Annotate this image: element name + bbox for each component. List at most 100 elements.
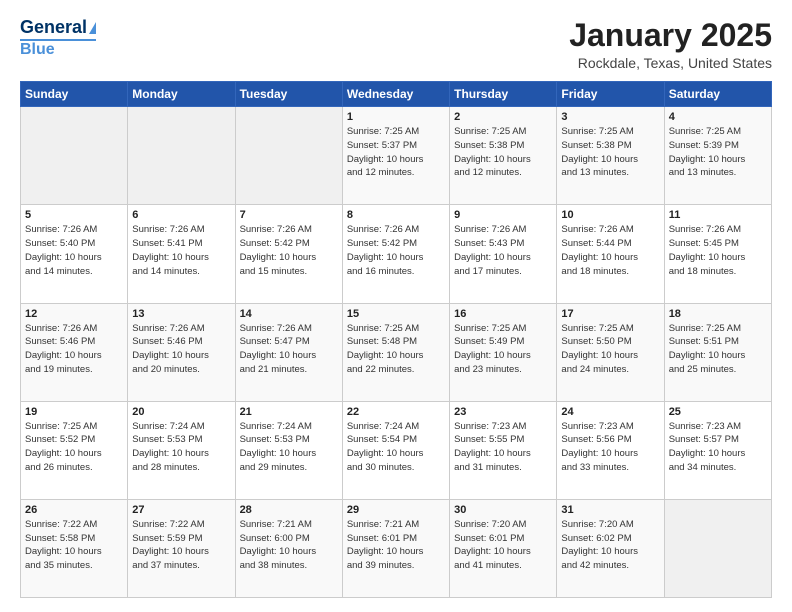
day-number: 21: [240, 406, 338, 418]
day-number: 17: [561, 308, 659, 320]
calendar-header-row: Sunday Monday Tuesday Wednesday Thursday…: [21, 82, 772, 107]
day-info: Sunrise: 7:25 AM Sunset: 5:38 PM Dayligh…: [454, 125, 552, 180]
day-number: 30: [454, 504, 552, 516]
day-info: Sunrise: 7:25 AM Sunset: 5:38 PM Dayligh…: [561, 125, 659, 180]
col-tuesday: Tuesday: [235, 82, 342, 107]
day-info: Sunrise: 7:23 AM Sunset: 5:56 PM Dayligh…: [561, 420, 659, 475]
cell-w2-d1: 6 Sunrise: 7:26 AM Sunset: 5:41 PM Daylig…: [128, 205, 235, 303]
day-number: 23: [454, 406, 552, 418]
cell-w1-d2: [235, 107, 342, 205]
cell-w1-d0: [21, 107, 128, 205]
cell-w1-d3: 1 Sunrise: 7:25 AM Sunset: 5:37 PM Daylig…: [342, 107, 449, 205]
day-info: Sunrise: 7:26 AM Sunset: 5:47 PM Dayligh…: [240, 322, 338, 377]
cell-w2-d4: 9 Sunrise: 7:26 AM Sunset: 5:43 PM Daylig…: [450, 205, 557, 303]
cell-w5-d4: 30 Sunrise: 7:20 AM Sunset: 6:01 PM Dayli…: [450, 499, 557, 597]
day-info: Sunrise: 7:26 AM Sunset: 5:42 PM Dayligh…: [347, 223, 445, 278]
cell-w4-d0: 19Sunrise: 7:25 AM Sunset: 5:52 PM Dayli…: [21, 401, 128, 499]
day-number: 12: [25, 308, 123, 320]
day-number: 24: [561, 406, 659, 418]
logo-text-blue: Blue: [20, 41, 55, 59]
day-number: 9: [454, 209, 552, 221]
day-info: Sunrise: 7:26 AM Sunset: 5:41 PM Dayligh…: [132, 223, 230, 278]
day-number: 20: [132, 406, 230, 418]
col-wednesday: Wednesday: [342, 82, 449, 107]
day-number: 25: [669, 406, 767, 418]
col-thursday: Thursday: [450, 82, 557, 107]
cell-w3-d6: 18Sunrise: 7:25 AM Sunset: 5:51 PM Dayli…: [664, 303, 771, 401]
subtitle: Rockdale, Texas, United States: [569, 55, 772, 71]
cell-w4-d5: 24 Sunrise: 7:23 AM Sunset: 5:56 PM Dayli…: [557, 401, 664, 499]
day-info: Sunrise: 7:26 AM Sunset: 5:46 PM Dayligh…: [25, 322, 123, 377]
day-info: Sunrise: 7:25 AM Sunset: 5:50 PM Dayligh…: [561, 322, 659, 377]
logo-text-general: General: [20, 18, 87, 38]
day-info: Sunrise: 7:25 AM Sunset: 5:37 PM Dayligh…: [347, 125, 445, 180]
day-number: 11: [669, 209, 767, 221]
cell-w4-d6: 25 Sunrise: 7:23 AM Sunset: 5:57 PM Dayli…: [664, 401, 771, 499]
day-info: Sunrise: 7:20 AM Sunset: 6:02 PM Dayligh…: [561, 518, 659, 573]
logo-triangle-icon: [89, 22, 96, 34]
week-row-4: 19Sunrise: 7:25 AM Sunset: 5:52 PM Dayli…: [21, 401, 772, 499]
cell-w3-d1: 13 Sunrise: 7:26 AM Sunset: 5:46 PM Dayli…: [128, 303, 235, 401]
cell-w1-d1: [128, 107, 235, 205]
day-number: 28: [240, 504, 338, 516]
day-info: Sunrise: 7:26 AM Sunset: 5:44 PM Dayligh…: [561, 223, 659, 278]
day-number: 8: [347, 209, 445, 221]
day-number: 6: [132, 209, 230, 221]
day-number: 14: [240, 308, 338, 320]
day-number: 31: [561, 504, 659, 516]
col-saturday: Saturday: [664, 82, 771, 107]
cell-w5-d5: 31 Sunrise: 7:20 AM Sunset: 6:02 PM Dayli…: [557, 499, 664, 597]
day-info: Sunrise: 7:22 AM Sunset: 5:59 PM Dayligh…: [132, 518, 230, 573]
cell-w2-d5: 10 Sunrise: 7:26 AM Sunset: 5:44 PM Dayli…: [557, 205, 664, 303]
day-number: 18: [669, 308, 767, 320]
day-number: 10: [561, 209, 659, 221]
day-info: Sunrise: 7:26 AM Sunset: 5:45 PM Dayligh…: [669, 223, 767, 278]
header: General Blue January 2025 Rockdale, Texa…: [20, 18, 772, 71]
day-number: 13: [132, 308, 230, 320]
day-number: 7: [240, 209, 338, 221]
logo: General Blue: [20, 18, 96, 58]
day-info: Sunrise: 7:22 AM Sunset: 5:58 PM Dayligh…: [25, 518, 123, 573]
day-info: Sunrise: 7:23 AM Sunset: 5:57 PM Dayligh…: [669, 420, 767, 475]
day-info: Sunrise: 7:26 AM Sunset: 5:43 PM Dayligh…: [454, 223, 552, 278]
cell-w3-d4: 16Sunrise: 7:25 AM Sunset: 5:49 PM Dayli…: [450, 303, 557, 401]
day-info: Sunrise: 7:20 AM Sunset: 6:01 PM Dayligh…: [454, 518, 552, 573]
cell-w5-d6: [664, 499, 771, 597]
week-row-1: 1 Sunrise: 7:25 AM Sunset: 5:37 PM Daylig…: [21, 107, 772, 205]
day-info: Sunrise: 7:25 AM Sunset: 5:48 PM Dayligh…: [347, 322, 445, 377]
col-monday: Monday: [128, 82, 235, 107]
day-number: 29: [347, 504, 445, 516]
day-info: Sunrise: 7:26 AM Sunset: 5:42 PM Dayligh…: [240, 223, 338, 278]
week-row-5: 26Sunrise: 7:22 AM Sunset: 5:58 PM Dayli…: [21, 499, 772, 597]
cell-w2-d0: 5Sunrise: 7:26 AM Sunset: 5:40 PM Daylig…: [21, 205, 128, 303]
cell-w5-d2: 28Sunrise: 7:21 AM Sunset: 6:00 PM Dayli…: [235, 499, 342, 597]
day-number: 1: [347, 111, 445, 123]
cell-w3-d2: 14 Sunrise: 7:26 AM Sunset: 5:47 PM Dayli…: [235, 303, 342, 401]
cell-w4-d4: 23Sunrise: 7:23 AM Sunset: 5:55 PM Dayli…: [450, 401, 557, 499]
day-number: 2: [454, 111, 552, 123]
day-info: Sunrise: 7:24 AM Sunset: 5:53 PM Dayligh…: [132, 420, 230, 475]
cell-w4-d1: 20 Sunrise: 7:24 AM Sunset: 5:53 PM Dayli…: [128, 401, 235, 499]
day-number: 4: [669, 111, 767, 123]
day-number: 27: [132, 504, 230, 516]
page: General Blue January 2025 Rockdale, Texa…: [0, 0, 792, 612]
week-row-3: 12 Sunrise: 7:26 AM Sunset: 5:46 PM Dayli…: [21, 303, 772, 401]
calendar: Sunday Monday Tuesday Wednesday Thursday…: [20, 81, 772, 598]
cell-w2-d3: 8 Sunrise: 7:26 AM Sunset: 5:42 PM Daylig…: [342, 205, 449, 303]
cell-w2-d6: 11 Sunrise: 7:26 AM Sunset: 5:45 PM Dayli…: [664, 205, 771, 303]
day-number: 3: [561, 111, 659, 123]
col-sunday: Sunday: [21, 82, 128, 107]
day-number: 22: [347, 406, 445, 418]
day-info: Sunrise: 7:21 AM Sunset: 6:01 PM Dayligh…: [347, 518, 445, 573]
day-info: Sunrise: 7:24 AM Sunset: 5:54 PM Dayligh…: [347, 420, 445, 475]
main-title: January 2025: [569, 18, 772, 53]
cell-w4-d2: 21Sunrise: 7:24 AM Sunset: 5:53 PM Dayli…: [235, 401, 342, 499]
day-number: 19: [25, 406, 123, 418]
cell-w5-d0: 26Sunrise: 7:22 AM Sunset: 5:58 PM Dayli…: [21, 499, 128, 597]
day-number: 15: [347, 308, 445, 320]
cell-w1-d6: 4Sunrise: 7:25 AM Sunset: 5:39 PM Daylig…: [664, 107, 771, 205]
col-friday: Friday: [557, 82, 664, 107]
cell-w1-d5: 3 Sunrise: 7:25 AM Sunset: 5:38 PM Daylig…: [557, 107, 664, 205]
day-info: Sunrise: 7:26 AM Sunset: 5:40 PM Dayligh…: [25, 223, 123, 278]
day-info: Sunrise: 7:26 AM Sunset: 5:46 PM Dayligh…: [132, 322, 230, 377]
